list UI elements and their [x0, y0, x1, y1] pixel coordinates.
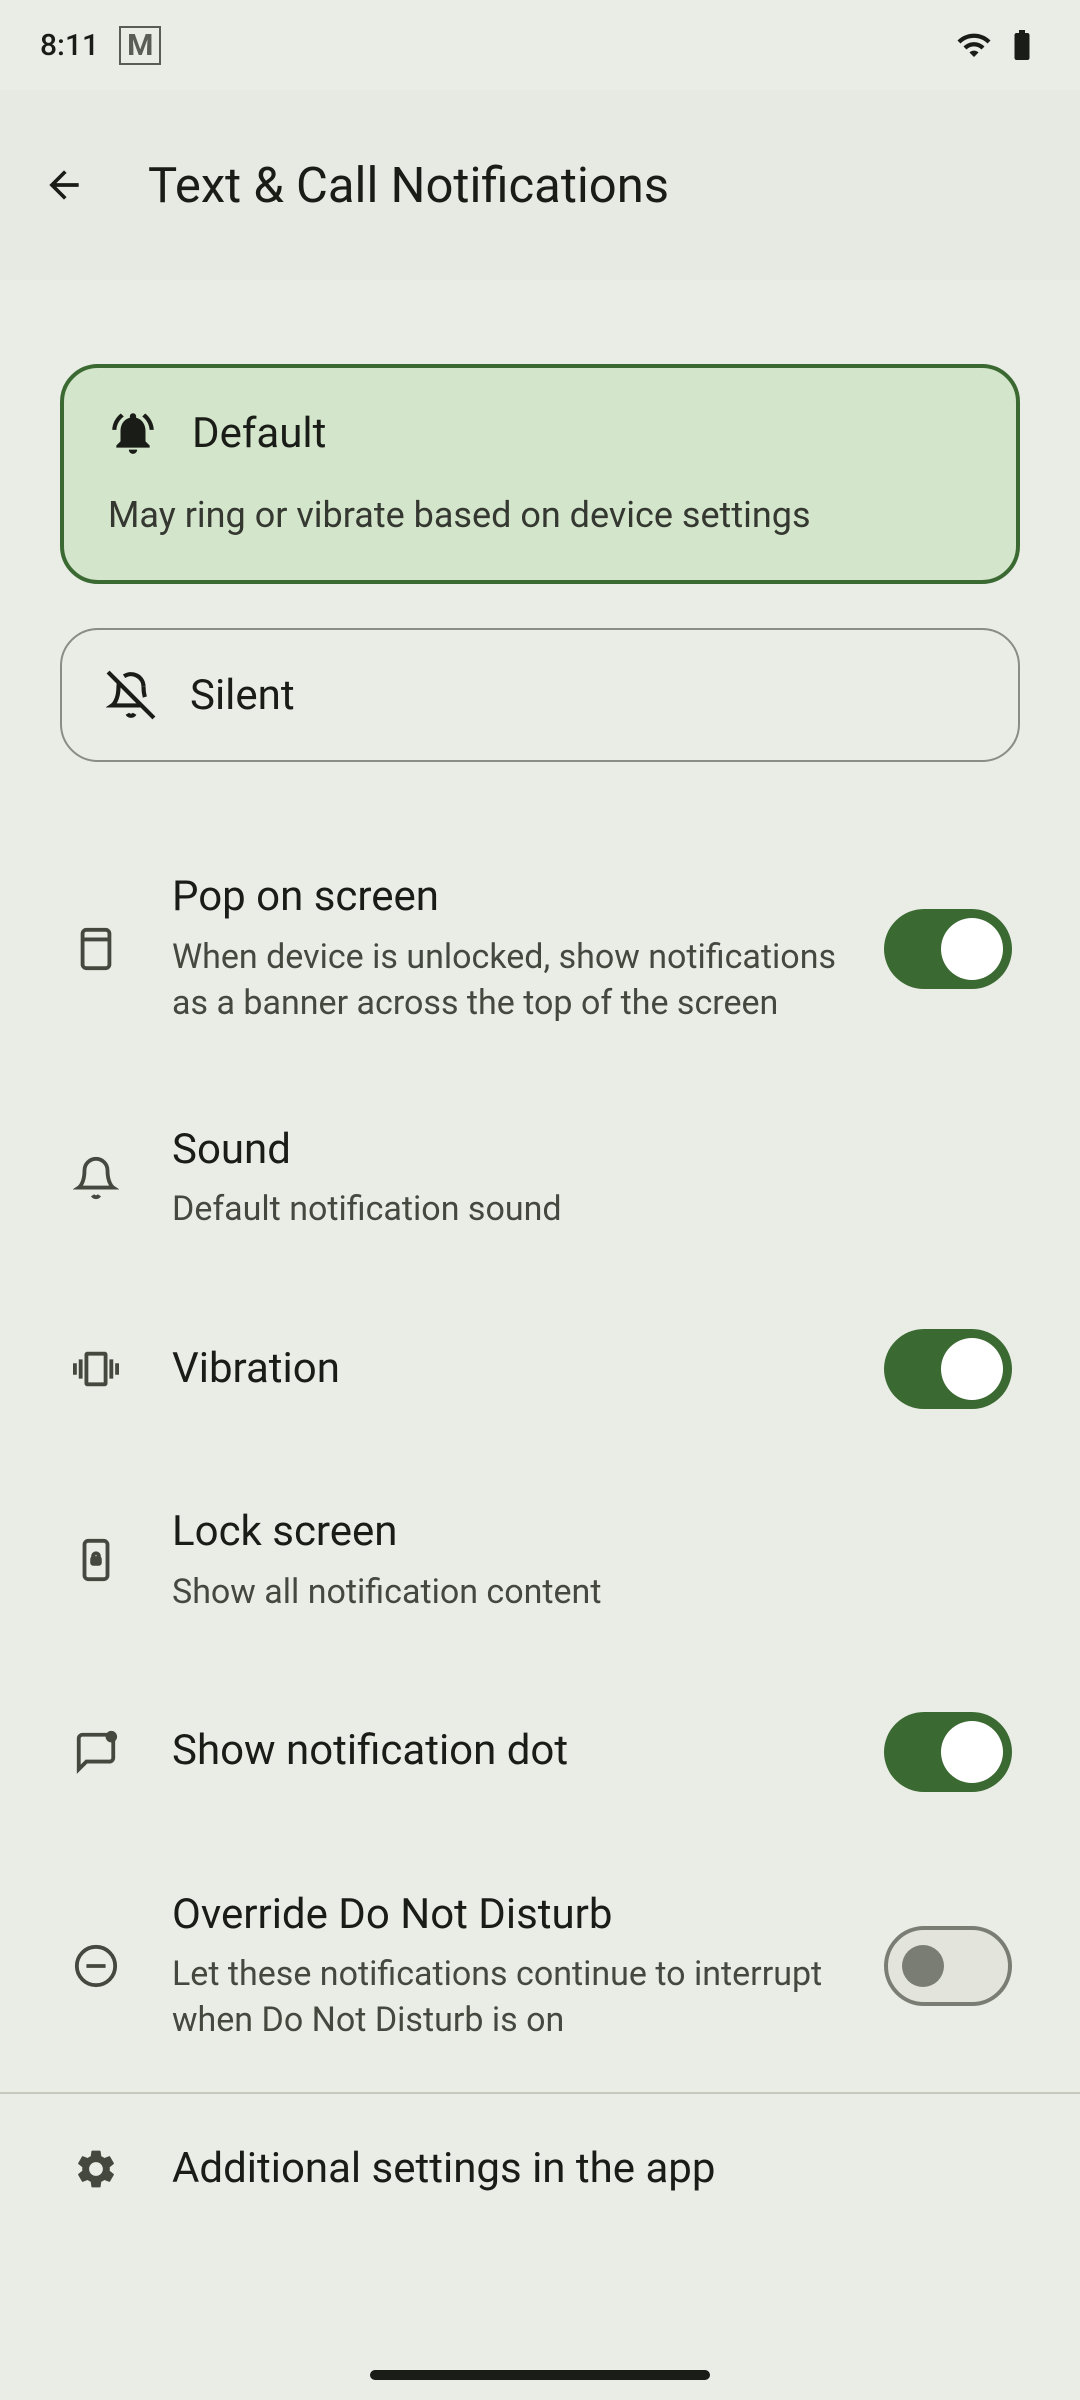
setting-dot-title: Show notification dot [172, 1724, 836, 1779]
header: Text & Call Notifications [0, 90, 1080, 280]
toggle-pop-on-screen[interactable] [884, 909, 1012, 989]
setting-dnd-title: Override Do Not Disturb [172, 1888, 836, 1943]
gmail-icon: M [119, 26, 161, 65]
chat-dot-icon [73, 1729, 119, 1775]
mode-default-title: Default [192, 409, 326, 458]
nav-handle[interactable] [370, 2370, 710, 2380]
setting-pop-on-screen[interactable]: Pop on screen When device is unlocked, s… [60, 822, 1020, 1074]
setting-sound[interactable]: Sound Default notification sound [60, 1075, 1020, 1281]
setting-sound-title: Sound [172, 1123, 1012, 1178]
mode-silent[interactable]: Silent [60, 628, 1020, 762]
setting-lock-title: Lock screen [172, 1505, 1012, 1560]
setting-vibration[interactable]: Vibration [60, 1281, 1020, 1457]
setting-pop-title: Pop on screen [172, 870, 836, 925]
setting-vibration-title: Vibration [172, 1342, 836, 1397]
toggle-override-dnd[interactable] [884, 1926, 1012, 2006]
bell-icon [73, 1155, 119, 1201]
status-bar: 8:11 M [0, 0, 1080, 90]
status-time: 8:11 [40, 28, 99, 63]
dnd-icon [73, 1943, 119, 1989]
back-button[interactable] [36, 157, 92, 213]
mode-default[interactable]: Default May ring or vibrate based on dev… [60, 364, 1020, 584]
mode-silent-title: Silent [190, 671, 295, 720]
mode-default-desc: May ring or vibrate based on device sett… [108, 490, 972, 540]
gear-icon [73, 2146, 119, 2192]
setting-dnd-sub: Let these notifications continue to inte… [172, 1952, 836, 2044]
vibration-icon [73, 1346, 119, 1392]
toggle-vibration[interactable] [884, 1329, 1012, 1409]
toggle-notification-dot[interactable] [884, 1712, 1012, 1792]
setting-lock-screen[interactable]: Lock screen Show all notification conten… [60, 1457, 1020, 1663]
setting-sound-sub: Default notification sound [172, 1187, 1012, 1233]
arrow-back-icon [42, 163, 86, 207]
setting-additional-title: Additional settings in the app [172, 2142, 1012, 2197]
wifi-icon [956, 27, 992, 63]
phone-lock-icon [73, 1537, 119, 1583]
banner-icon [73, 926, 119, 972]
bell-off-icon [106, 670, 156, 720]
setting-notification-dot[interactable]: Show notification dot [60, 1664, 1020, 1840]
battery-icon [1004, 27, 1040, 63]
setting-override-dnd[interactable]: Override Do Not Disturb Let these notifi… [60, 1840, 1020, 2092]
setting-lock-sub: Show all notification content [172, 1570, 1012, 1616]
setting-pop-sub: When device is unlocked, show notificati… [172, 935, 836, 1027]
setting-additional[interactable]: Additional settings in the app [60, 2094, 1020, 2245]
bell-ring-icon [108, 408, 158, 458]
page-title: Text & Call Notifications [148, 157, 669, 214]
